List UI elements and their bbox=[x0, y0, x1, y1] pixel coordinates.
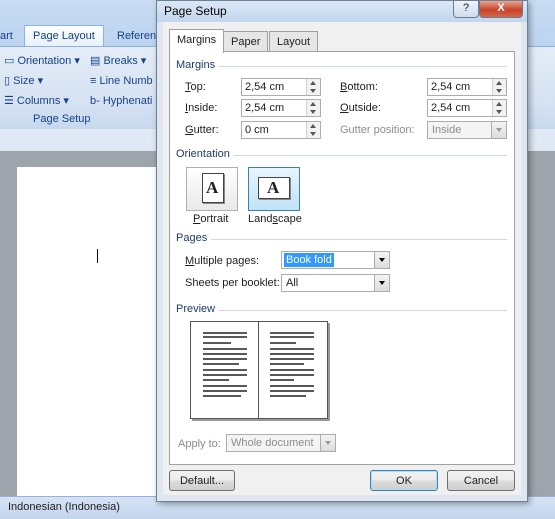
top-margin-spinner[interactable] bbox=[306, 79, 320, 95]
page-preview bbox=[190, 321, 328, 419]
orientation-button[interactable]: ▭ Orientation ▾ bbox=[4, 52, 80, 70]
margins-section-label: Margins bbox=[176, 59, 220, 71]
inside-label: Inside: bbox=[185, 102, 218, 114]
chevron-down-icon[interactable] bbox=[374, 275, 389, 291]
dialog-title: Page Setup bbox=[164, 4, 227, 18]
tab-paper[interactable]: Paper bbox=[223, 31, 269, 52]
preview-divider bbox=[177, 310, 507, 311]
close-button[interactable]: X bbox=[479, 1, 523, 18]
document-page[interactable] bbox=[17, 167, 167, 497]
inside-margin-input[interactable]: 2,54 cm bbox=[241, 99, 321, 117]
chevron-down-icon[interactable] bbox=[374, 252, 389, 268]
outside-label: Outside: bbox=[340, 102, 381, 114]
orientation-section-label: Orientation bbox=[176, 148, 234, 160]
text-cursor bbox=[97, 249, 98, 263]
bottom-label: Bottom: bbox=[340, 81, 378, 93]
top-margin-input[interactable]: 2,54 cm bbox=[241, 78, 321, 96]
dialog-title-bar[interactable]: Page Setup ? X bbox=[157, 1, 527, 22]
default-button[interactable]: Default... bbox=[169, 470, 235, 491]
portrait-label: Portrait bbox=[193, 213, 229, 225]
multiple-pages-label: Multiple pages: bbox=[185, 255, 259, 267]
gutter-position-select: Inside bbox=[427, 121, 507, 139]
gutter-spinner[interactable] bbox=[306, 122, 320, 138]
tab-references[interactable]: Referen bbox=[117, 27, 156, 46]
margins-divider bbox=[177, 66, 507, 67]
landscape-button[interactable]: A bbox=[248, 167, 300, 211]
outside-margin-spinner[interactable] bbox=[492, 100, 506, 116]
sheets-per-booklet-label: Sheets per booklet: bbox=[185, 277, 280, 289]
preview-text-lines bbox=[203, 332, 314, 397]
gutter-input[interactable]: 0 cm bbox=[241, 121, 321, 139]
hyphenation-button[interactable]: b- Hyphenati bbox=[90, 92, 152, 110]
gutter-label: Gutter: bbox=[185, 124, 219, 136]
preview-section-label: Preview bbox=[176, 303, 220, 315]
sheets-per-booklet-select[interactable]: All bbox=[281, 274, 390, 292]
chevron-down-icon bbox=[491, 122, 506, 138]
language-status[interactable]: Indonesian (Indonesia) bbox=[8, 501, 120, 513]
line-numbers-button[interactable]: ≡ Line Numb bbox=[90, 72, 153, 90]
breaks-icon: ▤ bbox=[90, 55, 104, 67]
size-icon: ▯ bbox=[4, 75, 14, 87]
page-setup-dialog: Page Setup ? X Margins Paper Layout Marg… bbox=[156, 0, 528, 502]
columns-button[interactable]: ☰ Columns ▾ bbox=[4, 92, 69, 110]
bottom-margin-input[interactable]: 2,54 cm bbox=[427, 78, 507, 96]
landscape-page-icon: A bbox=[258, 177, 290, 199]
multiple-pages-select[interactable]: Book fold bbox=[281, 251, 390, 269]
tab-layout[interactable]: Layout bbox=[269, 31, 319, 52]
landscape-label: Landscape bbox=[248, 213, 302, 225]
size-button[interactable]: ▯ Size ▾ bbox=[4, 72, 43, 90]
top-label: Top: bbox=[185, 81, 206, 93]
tab-page-layout[interactable]: Page Layout bbox=[24, 25, 104, 47]
pages-divider bbox=[177, 239, 507, 240]
breaks-button[interactable]: ▤ Breaks ▾ bbox=[90, 52, 146, 70]
inside-margin-spinner[interactable] bbox=[306, 100, 320, 116]
gutter-position-label: Gutter position: bbox=[340, 124, 415, 136]
cancel-button[interactable]: Cancel bbox=[447, 470, 515, 491]
orientation-icon: ▭ bbox=[4, 55, 18, 67]
portrait-button[interactable]: A bbox=[186, 167, 238, 211]
portrait-page-icon: A bbox=[202, 173, 224, 203]
pages-section-label: Pages bbox=[176, 232, 212, 244]
bottom-margin-spinner[interactable] bbox=[492, 79, 506, 95]
tab-insert[interactable]: art bbox=[0, 27, 13, 46]
hyphenation-icon: b- bbox=[90, 95, 103, 107]
chevron-down-icon bbox=[320, 435, 335, 451]
columns-icon: ☰ bbox=[4, 95, 17, 107]
tab-margins[interactable]: Margins bbox=[169, 29, 225, 53]
ok-button[interactable]: OK bbox=[370, 470, 438, 491]
outside-margin-input[interactable]: 2,54 cm bbox=[427, 99, 507, 117]
apply-to-label: Apply to: bbox=[178, 438, 221, 450]
ribbon-group-label: Page Setup bbox=[33, 113, 91, 125]
help-button[interactable]: ? bbox=[453, 1, 479, 18]
apply-to-select: Whole document bbox=[226, 434, 336, 452]
